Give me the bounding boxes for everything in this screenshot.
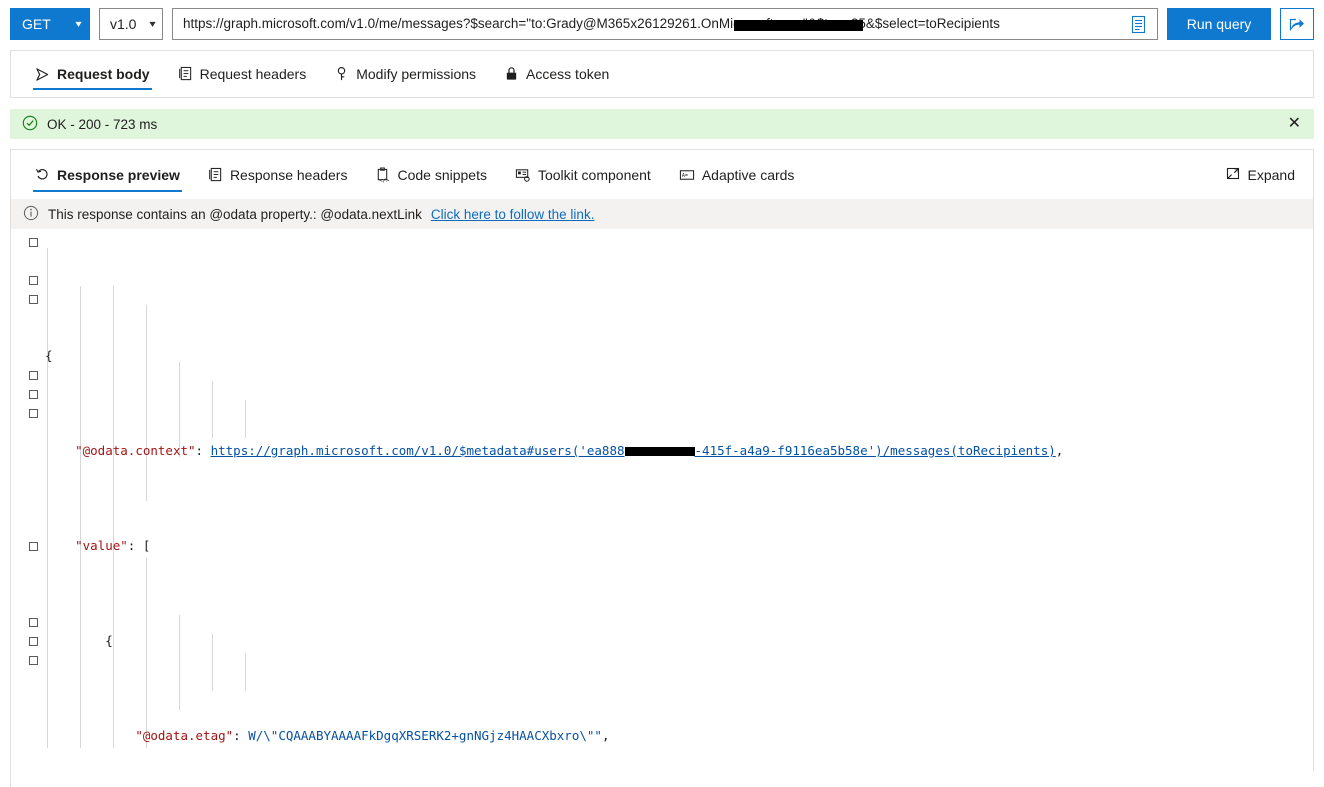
api-version-dropdown[interactable]: v1.0 ▾ — [99, 8, 163, 40]
panel-left-rail — [10, 250, 11, 787]
odata-notice: This response contains an @odata propert… — [11, 199, 1313, 229]
fold-toggle[interactable] — [29, 618, 38, 627]
response-status-bar: OK - 200 - 723 ms ✕ — [10, 109, 1314, 139]
response-preview-body: { "@odata.context": https://graph.micros… — [11, 229, 1313, 771]
chevron-down-icon: ▾ — [75, 18, 82, 30]
fold-toggle[interactable] — [29, 238, 38, 247]
tab-response-headers[interactable]: Response headers — [194, 150, 362, 199]
fold-toggle[interactable] — [29, 409, 38, 418]
api-version-value: v1.0 — [110, 16, 137, 32]
query-url-field[interactable]: https://graph.microsoft.com/v1.0/me/mess… — [172, 8, 1158, 40]
code-clipboard-icon: </> — [375, 167, 390, 183]
code-line: "value": [ — [75, 538, 151, 553]
expand-icon — [1225, 166, 1241, 184]
redaction-bar — [624, 447, 695, 456]
fold-toggle[interactable] — [29, 656, 38, 665]
tab-modify-permissions[interactable]: Modify permissions — [320, 51, 490, 97]
fold-toggle[interactable] — [29, 637, 38, 646]
etag-value-1: W/\"CQAAABYAAAAFkDgqXRSERK2+gnNGjz4HAACX… — [248, 728, 602, 743]
tab-label: Request body — [57, 66, 150, 82]
code-line: "@odata.context": https://graph.microsof… — [75, 443, 1064, 458]
tabbar-spacer — [808, 150, 1214, 199]
share-icon — [1289, 18, 1304, 31]
code-line: { — [45, 348, 53, 363]
document-list-icon — [208, 167, 223, 183]
indent-guides — [45, 229, 1313, 771]
fold-toggle[interactable] — [29, 390, 38, 399]
close-icon[interactable]: ✕ — [1285, 114, 1304, 134]
status-text: OK - 200 - 723 ms — [47, 116, 158, 132]
svg-text:</>: </> — [380, 178, 391, 183]
svg-text:A=: A= — [682, 173, 688, 179]
tab-label: Response headers — [229, 166, 348, 183]
tab-toolkit-component[interactable]: Toolkit component — [501, 150, 665, 199]
tab-label: Toolkit component — [537, 166, 651, 183]
expand-label: Expand — [1247, 166, 1295, 183]
request-tabs: Request body Request headers Modify perm… — [11, 51, 623, 97]
tab-code-snippets[interactable]: </> Code snippets — [361, 150, 501, 199]
tab-label: Request headers — [199, 66, 307, 82]
code-line: { — [45, 633, 113, 648]
http-method-value: GET — [22, 16, 51, 32]
undo-arrow-icon — [35, 167, 50, 182]
query-url-value: https://graph.microsoft.com/v1.0/me/mess… — [183, 16, 1000, 31]
response-tabs: Response preview Response headers </> Co… — [11, 150, 1313, 199]
fold-toggle[interactable] — [29, 295, 38, 304]
info-icon — [23, 205, 39, 224]
run-query-button[interactable]: Run query — [1167, 8, 1271, 40]
chevron-down-icon: ▾ — [149, 18, 156, 30]
http-method-dropdown[interactable]: GET ▾ — [10, 8, 90, 40]
json-code-block[interactable]: { "@odata.context": https://graph.micros… — [45, 229, 1313, 771]
lock-icon — [504, 66, 519, 82]
query-bar: GET ▾ v1.0 ▾ https://graph.microsoft.com… — [0, 0, 1324, 50]
sample-queries-icon[interactable] — [1123, 9, 1153, 39]
tab-request-body[interactable]: Request body — [21, 51, 164, 97]
code-line: "@odata.etag": W/\"CQAAABYAAAAFkDgqXRSER… — [135, 728, 610, 743]
share-query-button[interactable] — [1280, 8, 1314, 40]
response-panel: Response preview Response headers </> Co… — [10, 149, 1314, 771]
tab-label: Modify permissions — [356, 66, 477, 82]
tab-label: Code snippets — [397, 166, 487, 183]
tab-response-preview[interactable]: Response preview — [21, 150, 194, 199]
graph-explorer-app: GET ▾ v1.0 ▾ https://graph.microsoft.com… — [0, 0, 1324, 787]
tab-label: Adaptive cards — [701, 166, 795, 183]
expand-button[interactable]: Expand — [1215, 150, 1305, 199]
tab-adaptive-cards[interactable]: A= Adaptive cards — [665, 150, 809, 199]
tab-access-token[interactable]: Access token — [490, 51, 623, 97]
fold-toggle[interactable] — [29, 276, 38, 285]
fold-toggle[interactable] — [29, 542, 38, 551]
odata-context-link[interactable]: https://graph.microsoft.com/v1.0/$metada… — [211, 443, 625, 458]
toolkit-icon — [515, 167, 531, 183]
send-arrow-icon — [35, 67, 50, 82]
tab-label: Response preview — [57, 166, 180, 183]
follow-link[interactable]: Click here to follow the link. — [431, 207, 595, 222]
key-icon — [334, 66, 349, 82]
fold-toggle[interactable] — [29, 371, 38, 380]
success-check-icon — [22, 115, 38, 134]
code-fold-gutter — [11, 229, 45, 771]
card-icon: A= — [679, 168, 695, 182]
request-tabs-panel: Request body Request headers Modify perm… — [10, 50, 1314, 98]
notice-text: This response contains an @odata propert… — [48, 206, 422, 222]
tab-request-headers[interactable]: Request headers — [164, 51, 321, 97]
document-list-icon — [178, 66, 193, 82]
tab-label: Access token — [526, 66, 610, 82]
